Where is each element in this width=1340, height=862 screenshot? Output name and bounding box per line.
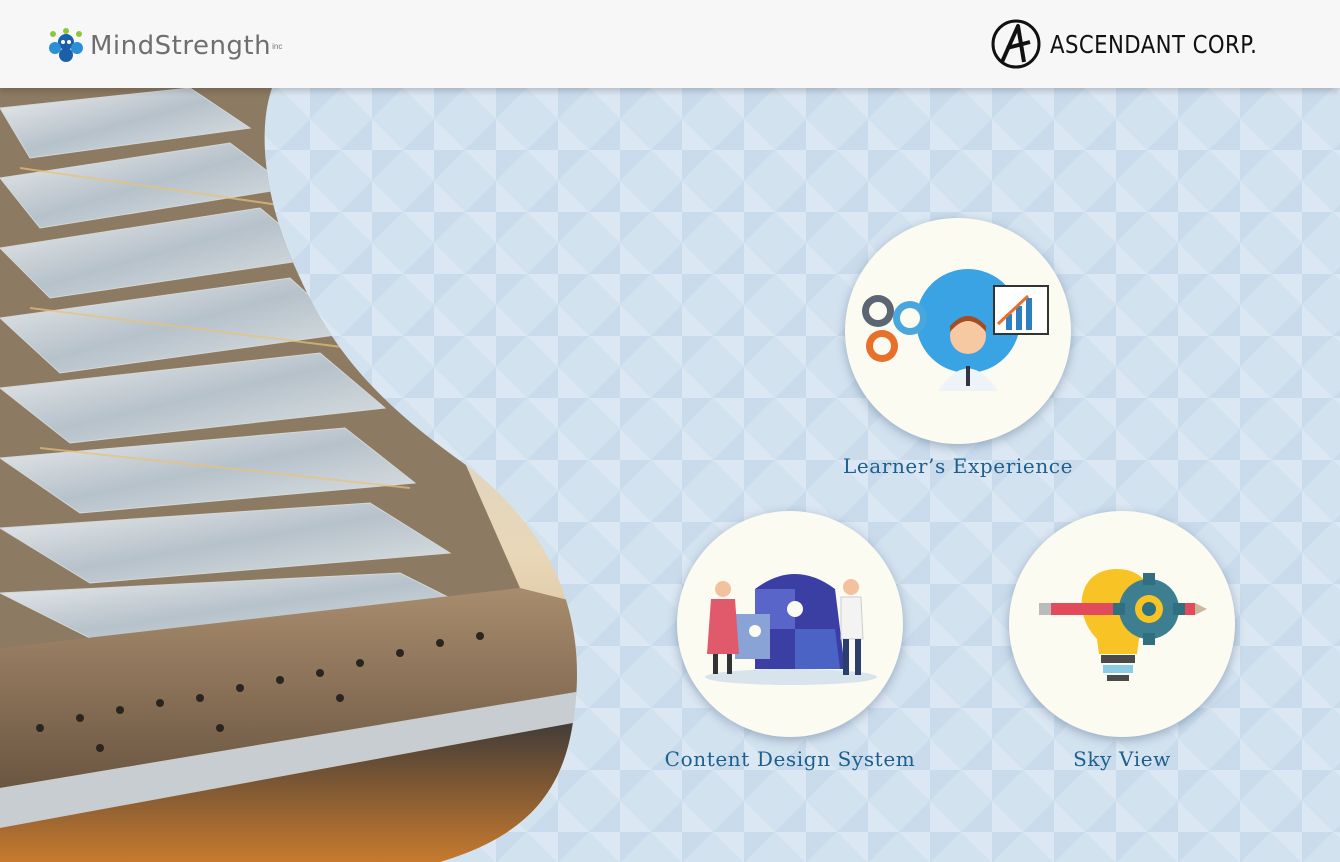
lightbulb-gear-icon [1039, 569, 1207, 681]
puzzle-head-icon [705, 574, 877, 685]
building-photo [0, 88, 577, 862]
learner-experience-card[interactable]: Learner’s Experience [843, 218, 1072, 478]
content-design-circle[interactable] [677, 511, 903, 737]
hero-stage: Learner’s Experience Content Design Syst… [0, 88, 1340, 862]
mindstrength-logo-icon [49, 28, 83, 62]
sky-view-circle[interactable] [1009, 511, 1235, 737]
learner-experience-label[interactable]: Learner’s Experience [843, 454, 1073, 478]
ascendant-logo[interactable]: ASCENDANT CORP. [990, 18, 1294, 70]
content-design-card[interactable]: Content Design System [665, 511, 915, 771]
learner-experience-circle[interactable] [845, 218, 1071, 444]
sky-view-label[interactable]: Sky View [1073, 747, 1171, 771]
sky-view-card[interactable]: Sky View [1009, 511, 1235, 771]
content-design-label[interactable]: Content Design System [665, 747, 916, 771]
mindstrength-inc: inc [272, 41, 283, 51]
presenter-gears-icon [862, 269, 1049, 391]
mindstrength-logo[interactable]: MindStrength inc [46, 26, 282, 66]
mindstrength-wordmark: MindStrength [90, 31, 272, 61]
ascendant-logo-icon [991, 19, 1041, 69]
header-bar: MindStrength inc ASCENDANT CORP. [0, 0, 1340, 88]
ascendant-wordmark: ASCENDANT CORP. [1050, 29, 1258, 59]
